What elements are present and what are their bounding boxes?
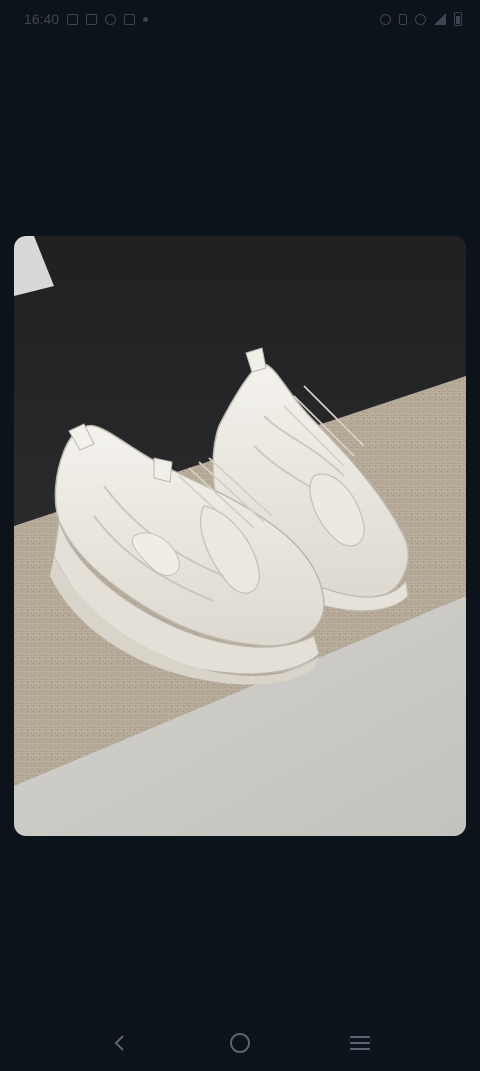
back-button[interactable] (100, 1023, 140, 1063)
notification-icon (86, 13, 98, 25)
recents-button[interactable] (340, 1023, 380, 1063)
screen: 16:40 (0, 0, 480, 1071)
status-bar: 16:40 (0, 0, 480, 38)
status-right (380, 12, 462, 26)
home-button[interactable] (220, 1023, 260, 1063)
navigation-bar (0, 1015, 480, 1071)
battery-icon (454, 12, 462, 26)
status-left: 16:40 (24, 11, 149, 27)
alarm-icon (380, 13, 391, 25)
white-chunky-sneakers-image (14, 236, 466, 836)
chevron-left-icon (114, 1035, 124, 1051)
dot-icon (143, 16, 149, 22)
wifi-icon (415, 13, 426, 25)
status-time: 16:40 (24, 11, 60, 27)
circle-icon (230, 1033, 250, 1053)
chat-icon (105, 13, 117, 25)
menu-lines-icon (350, 1036, 370, 1050)
instagram-icon (124, 13, 136, 25)
bluetooth-icon (399, 13, 407, 25)
sim-icon (67, 13, 79, 25)
photo-card[interactable] (14, 236, 466, 836)
signal-icon (434, 13, 446, 25)
